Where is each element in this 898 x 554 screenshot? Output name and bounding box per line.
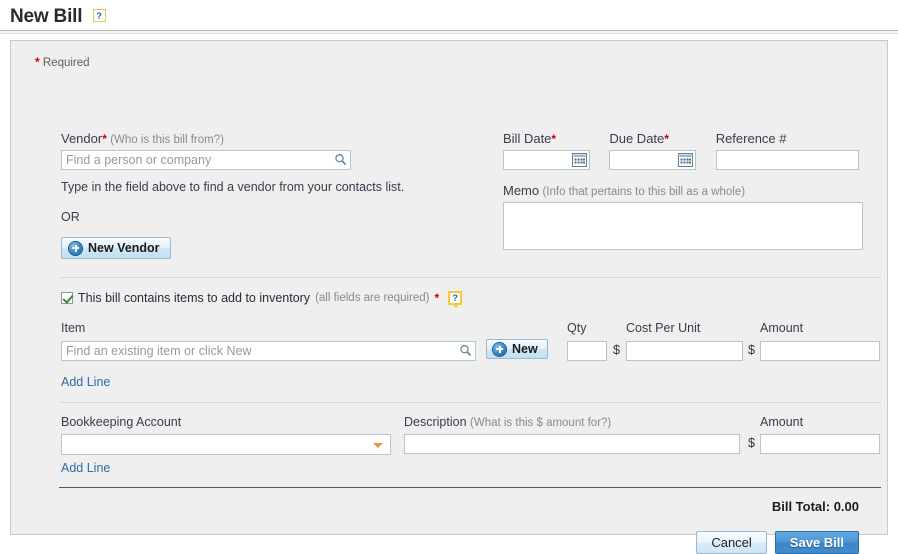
search-icon[interactable] [334,153,347,166]
qty-label: Qty [567,321,587,335]
item-amount-label: Amount [760,321,804,335]
vendor-label: Vendor [61,131,103,146]
vendor-required-asterisk: * [102,132,107,146]
item-input-wrap [61,341,476,361]
memo-label-row: Memo (Info that pertains to this bill as… [503,183,863,198]
cost-per-unit-label: Cost Per Unit [626,321,701,335]
chevron-down-icon[interactable] [373,443,383,448]
memo-field-group: Memo (Info that pertains to this bill as… [503,183,863,250]
reference-label: Reference # [715,131,787,146]
item-amount-currency-symbol: $ [748,343,755,357]
dates-field-group: Bill Date* Due Date* Reference # [503,131,859,170]
bookkeeping-account-select-wrap [61,434,391,455]
item-add-line-link[interactable]: Add Line [61,375,110,389]
description-label: Description [404,415,467,429]
bookkeeping-account-label: Bookkeeping Account [61,415,182,429]
search-icon[interactable] [459,344,472,357]
bookkeeping-add-line-link[interactable]: Add Line [61,461,110,475]
page-title: New Bill [10,6,83,27]
memo-hint: (Info that pertains to this bill as a wh… [542,186,746,198]
reference-label-row: Reference # [716,131,859,146]
vendor-field-group: Vendor* (Who is this bill from?) [61,131,351,170]
calendar-icon[interactable] [678,153,694,167]
bookkeeping-account-select[interactable] [61,434,391,455]
description-label-row: Description (What is this $ amount for?) [404,415,611,429]
item-search-input[interactable] [61,341,476,361]
required-label: Required [42,57,90,69]
reference-group: Reference # [715,131,859,170]
bill-date-label: Bill Date [503,131,552,146]
new-vendor-button-wrap: New Vendor [61,237,171,259]
qty-input[interactable] [567,341,607,361]
bill-date-required-asterisk: * [551,132,557,146]
due-date-group: Due Date* [609,131,697,170]
save-bill-button[interactable]: Save Bill [774,531,859,554]
vendor-label-row: Vendor* (Who is this bill from?) [61,131,351,146]
divider-total [59,487,881,488]
item-amount-input[interactable] [760,341,880,361]
bill-date-label-row: Bill Date* [503,131,590,146]
memo-label: Memo [503,183,540,198]
bookkeeping-amount-label: Amount [760,415,804,429]
bill-total: Bill Total: 0.00 [771,499,859,514]
inventory-checkbox[interactable] [61,292,73,304]
due-date-required-asterisk: * [664,132,669,146]
reference-input[interactable] [715,150,859,170]
cost-per-unit-input[interactable] [626,341,743,361]
calendar-icon[interactable] [572,153,587,167]
item-label: Item [61,321,86,335]
required-asterisk: * [35,55,40,69]
bookkeeping-amount-currency-symbol: $ [748,436,755,450]
footer-actions: Cancel Save Bill [696,531,859,554]
help-icon[interactable]: ? [92,8,106,22]
vendor-input-wrap [61,150,351,170]
memo-textarea[interactable] [503,202,863,250]
vendor-help-text: Type in the field above to find a vendor… [61,180,405,194]
description-hint: (What is this $ amount for?) [470,417,612,429]
description-input[interactable] [404,434,740,454]
plus-icon [493,342,506,356]
new-vendor-button[interactable]: New Vendor [61,237,171,259]
inventory-checkbox-label: This bill contains items to add to inven… [78,291,311,305]
new-bill-panel: * Required Vendor* (Who is this bill fro… [10,40,888,554]
inventory-checkbox-row: This bill contains items to add to inven… [61,291,463,308]
bill-date-input-wrap [503,150,590,170]
due-date-input-wrap [609,150,697,170]
divider-bookkeeping [59,402,881,403]
plus-icon [69,241,82,255]
bill-date-group: Bill Date* [503,131,590,170]
required-note: * Required [35,55,90,69]
inventory-hint: (all fields are required) [315,292,430,304]
new-vendor-button-label: New Vendor [88,241,160,255]
cancel-button[interactable]: Cancel [696,531,767,554]
cost-currency-symbol: $ [613,343,620,357]
inventory-help-icon[interactable]: ? [448,291,463,308]
divider-inventory [59,277,881,278]
header-divider [0,30,898,34]
vendor-hint: (Who is this bill from?) [110,134,224,146]
new-item-button-label: New [512,342,538,356]
due-date-label: Due Date [609,131,665,146]
vendor-or-label: OR [61,210,80,224]
due-date-label-row: Due Date* [609,131,696,146]
inventory-required-asterisk: * [434,291,440,305]
vendor-search-input[interactable] [61,150,351,170]
new-item-button[interactable]: New [486,339,548,359]
page-header: New Bill ? [0,0,898,28]
bookkeeping-amount-input[interactable] [760,434,880,454]
